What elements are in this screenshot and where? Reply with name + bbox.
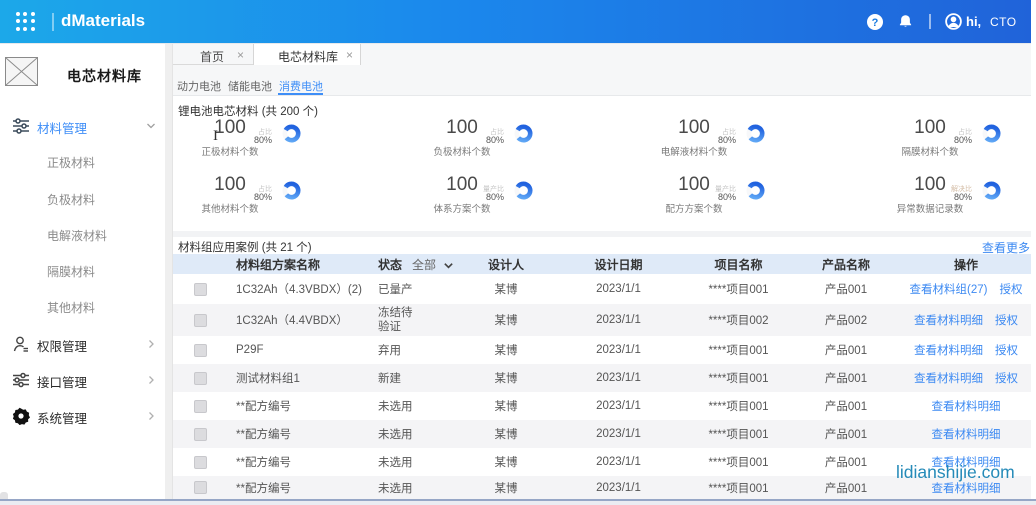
svg-text:?: ? bbox=[872, 17, 879, 29]
